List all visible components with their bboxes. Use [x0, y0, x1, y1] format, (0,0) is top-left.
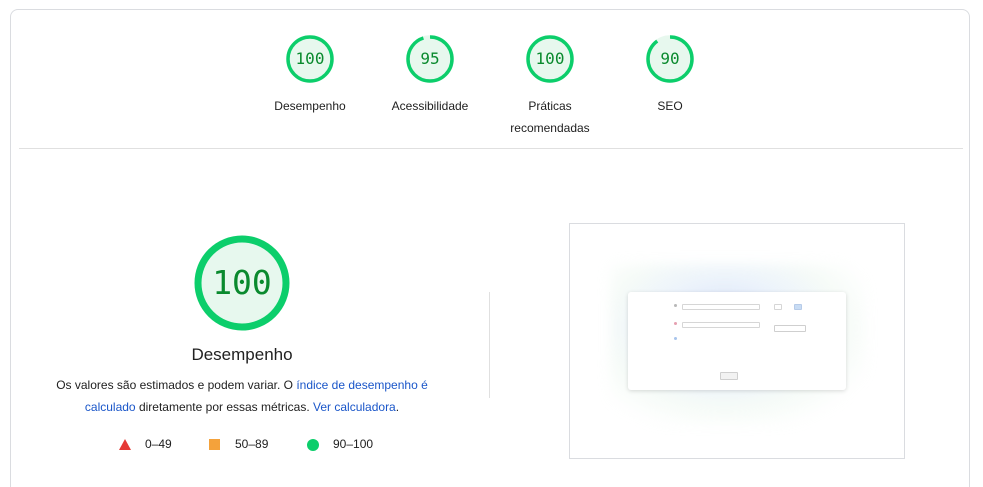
- gauge-ring: 100: [526, 35, 574, 83]
- triangle-icon: [119, 439, 131, 450]
- performance-score: 100: [212, 263, 272, 302]
- desc-text-1: Os valores são estimados e podem variar.…: [56, 378, 297, 392]
- circle-icon: [307, 439, 319, 451]
- vertical-divider: [489, 292, 490, 398]
- score-legend: 0–49 50–89 90–100: [11, 436, 471, 452]
- performance-gauge: 100: [193, 234, 291, 332]
- gauge-ring: 90: [646, 35, 694, 83]
- desc-text-3: .: [395, 400, 400, 414]
- legend-range: 90–100: [333, 437, 374, 451]
- gauge-label: SEO: [657, 99, 683, 113]
- gauge-label: Desempenho: [274, 99, 346, 113]
- legend-range: 0–49: [145, 437, 172, 451]
- desc-text-2: diretamente por essas métricas.: [135, 400, 314, 414]
- gauge-score: 100: [535, 49, 565, 68]
- gauge-label: Práticas recomendadas: [500, 95, 600, 139]
- screenshot-box: [774, 304, 782, 310]
- report-card: 100 Desempenho 95 Acessibilidade 100 Prá…: [10, 9, 970, 487]
- gauge-accessibility[interactable]: 95 Acessibilidade: [380, 10, 480, 117]
- gauge-ring: 95: [406, 35, 454, 83]
- calculator-link[interactable]: Ver calculadora: [313, 400, 396, 414]
- screenshot-dot: [674, 337, 677, 340]
- screenshot-field: [682, 304, 760, 310]
- screenshot-dot: [674, 304, 677, 307]
- performance-title: Desempenho: [191, 345, 293, 364]
- final-screenshot[interactable]: [569, 223, 905, 459]
- screenshot-box: [794, 304, 802, 310]
- performance-section: 100 Desempenho Os valores são estimados …: [11, 150, 971, 487]
- square-icon: [209, 439, 220, 450]
- screenshot-field: [682, 322, 760, 328]
- gauge-score: 90: [660, 49, 680, 68]
- legend-range: 50–89: [235, 437, 269, 451]
- screenshot-dot: [674, 322, 677, 325]
- performance-description: Os valores são estimados e podem variar.…: [49, 374, 435, 418]
- section-divider: [19, 148, 963, 149]
- gauge-score: 100: [295, 49, 325, 68]
- gauge-label-line1: Práticas: [528, 99, 572, 113]
- gauge-ring: 100: [286, 35, 334, 83]
- gauge-score: 95: [420, 49, 440, 68]
- screenshot-button: [720, 372, 738, 380]
- screenshot-dialog: [628, 292, 846, 390]
- gauge-seo[interactable]: 90 SEO: [620, 10, 720, 117]
- gauge-label: Acessibilidade: [391, 99, 469, 113]
- gauge-best-practices[interactable]: 100 Práticas recomendadas: [500, 10, 600, 139]
- gauge-performance[interactable]: 100 Desempenho: [260, 10, 360, 117]
- gauge-label-line2: recomendadas: [510, 121, 590, 135]
- screenshot-button: [774, 325, 806, 332]
- category-gauges: 100 Desempenho 95 Acessibilidade 100 Prá…: [11, 10, 971, 150]
